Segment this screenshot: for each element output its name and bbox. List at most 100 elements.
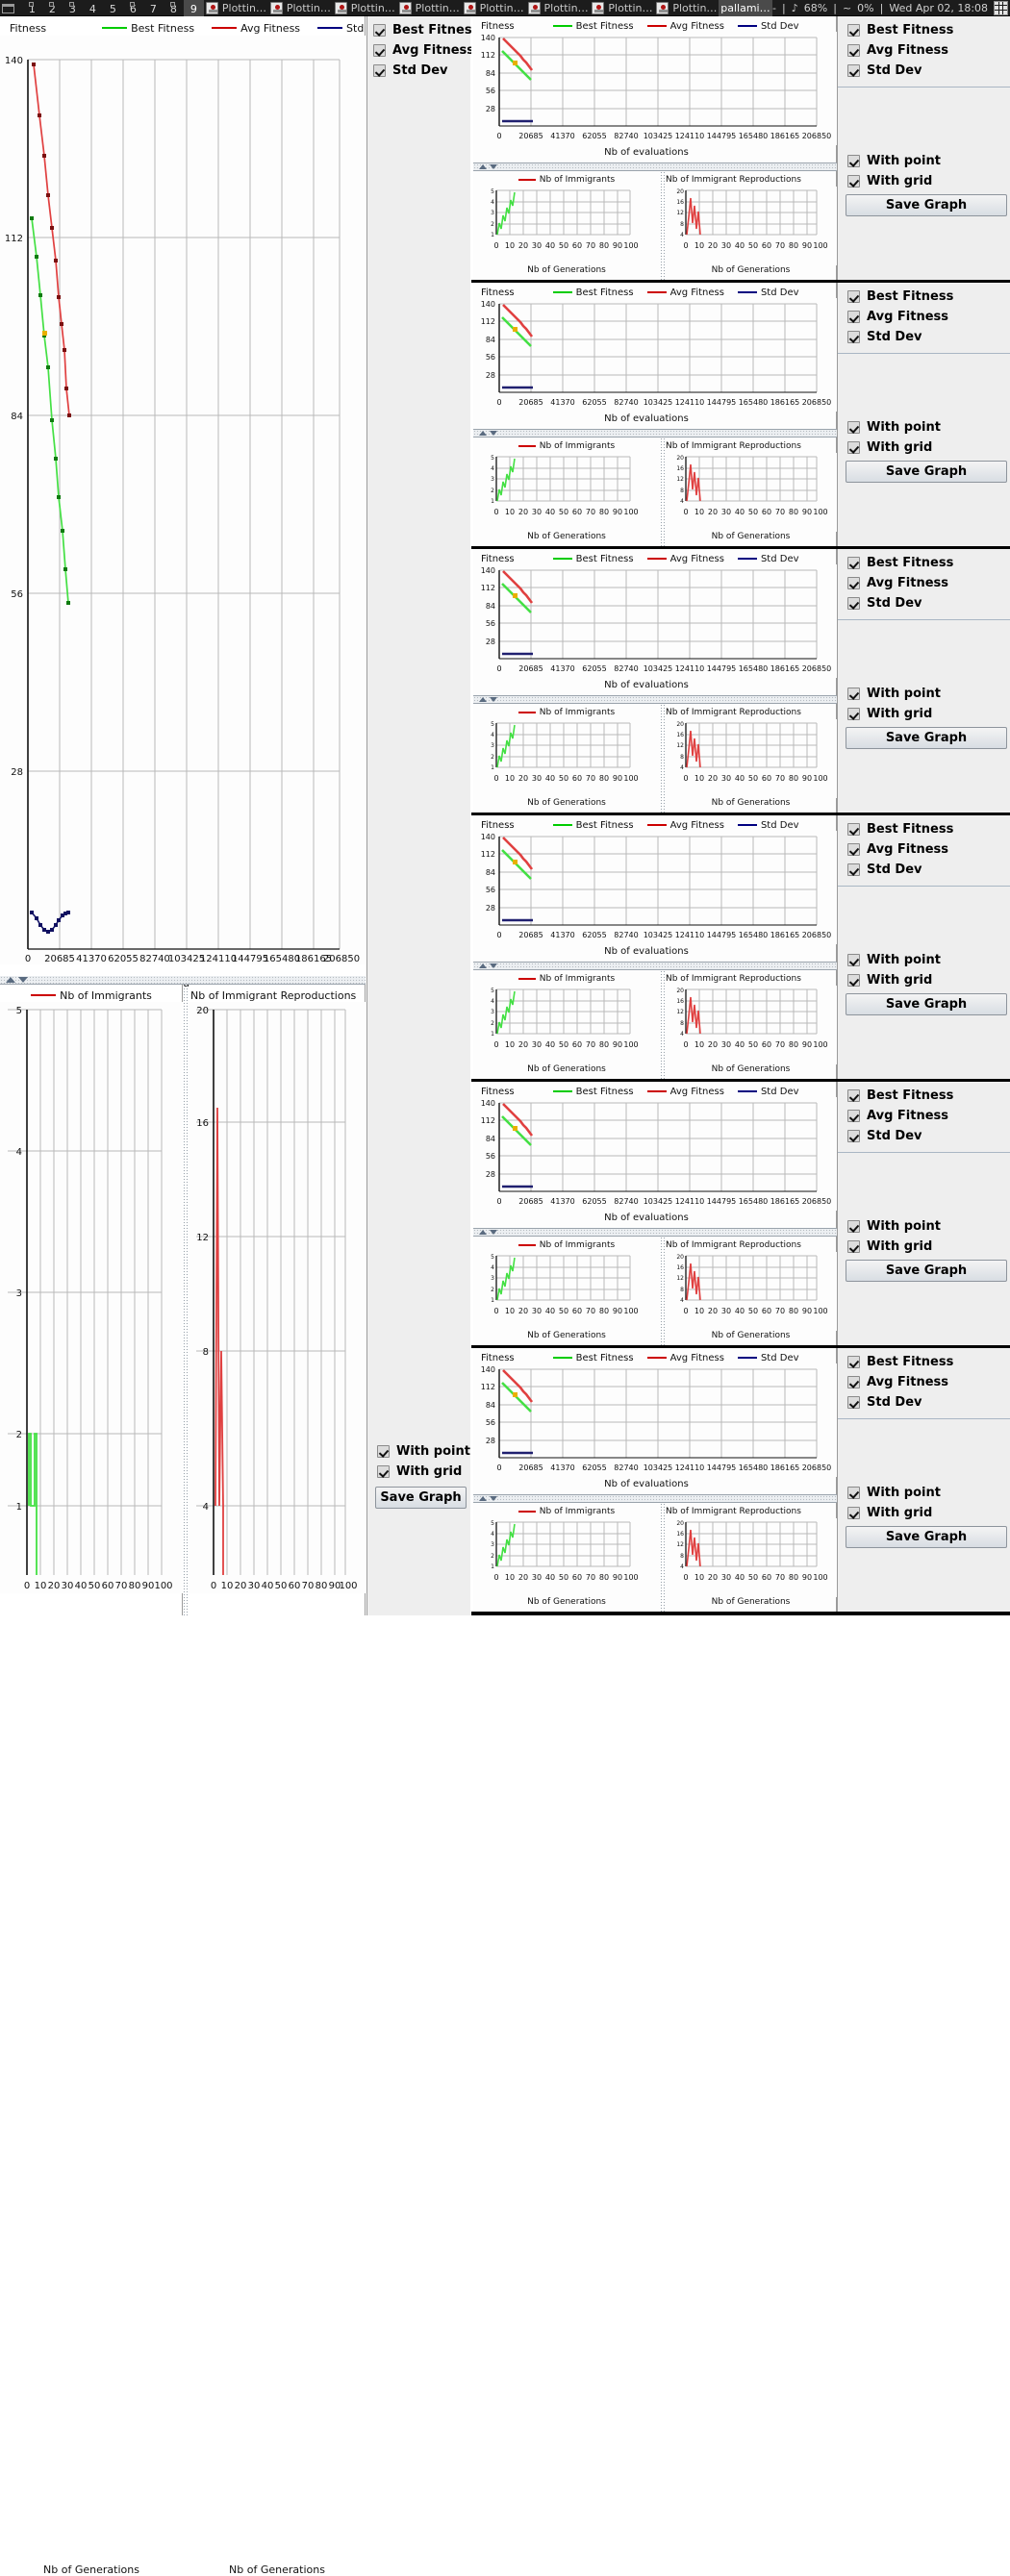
taskbar-item[interactable]: Plottin…	[333, 0, 397, 16]
taskbar-item[interactable]: Plottin…	[204, 0, 268, 16]
collapse-down-icon[interactable]	[490, 963, 497, 968]
collapse-down-icon[interactable]	[490, 697, 497, 702]
checkbox-std-dev[interactable]: Std Dev	[847, 860, 1010, 880]
checkbox-with-point[interactable]: With point	[838, 417, 1010, 438]
checkbox-best-fitness[interactable]: Best Fitness	[847, 1086, 1010, 1106]
checkbox-with-grid[interactable]: With grid	[838, 704, 1010, 724]
pane-splitter[interactable]	[473, 429, 837, 438]
fitness-plot-canvas[interactable]: 140 112 84 56 28 0 20685 41370 62055 82740 10…	[473, 32, 837, 145]
checkbox-icon[interactable]	[847, 1396, 860, 1409]
taskbar-item[interactable]: Plottin…	[654, 0, 719, 16]
checkbox-icon[interactable]	[847, 441, 860, 454]
checkbox-std-dev[interactable]: Std Dev	[847, 1392, 1010, 1413]
workspace-3[interactable]: 3	[63, 0, 83, 16]
checkbox-icon[interactable]	[847, 557, 860, 569]
reproductions-plot-canvas[interactable]: 20 16 12 8 4 0 10 20 30 40 50 60 70 80 90 100	[665, 986, 837, 1064]
collapse-up-icon[interactable]	[479, 164, 487, 169]
checkbox-avg-fitness[interactable]: Avg Fitness	[847, 307, 1010, 327]
window-menu-icon[interactable]	[0, 0, 20, 16]
taskbar-item[interactable]: Plottin…	[397, 0, 462, 16]
workspace-7[interactable]: 7	[143, 0, 164, 16]
checkbox-icon[interactable]	[847, 1110, 860, 1122]
pane-splitter[interactable]	[473, 695, 837, 704]
checkbox-icon[interactable]	[847, 64, 860, 77]
checkbox-avg-fitness[interactable]: Avg Fitness	[373, 40, 474, 61]
checkbox-icon[interactable]	[847, 1130, 860, 1142]
pane-splitter[interactable]	[473, 163, 837, 171]
checkbox-icon[interactable]	[847, 290, 860, 303]
workspace-9[interactable]: 9	[183, 0, 204, 16]
checkbox-std-dev[interactable]: Std Dev	[847, 61, 1010, 81]
taskbar-item[interactable]: Plottin…	[590, 0, 654, 16]
pane-splitter[interactable]	[473, 962, 837, 970]
checkbox-std-dev[interactable]: Std Dev	[847, 593, 1010, 613]
fitness-plot-canvas[interactable]: 140 112 84 56 28 0 20685 41370 62055 82740 10…	[473, 564, 837, 678]
checkbox-best-fitness[interactable]: Best Fitness	[847, 20, 1010, 40]
save-graph-button[interactable]: Save Graph	[846, 1526, 1007, 1548]
save-graph-button[interactable]: Save Graph	[846, 194, 1007, 216]
checkbox-with-grid[interactable]: With grid	[838, 438, 1010, 458]
immigrants-plot-canvas[interactable]: 5 4 3 2 1 0 10 20 30 40 50 60 70 80 90 100	[473, 187, 660, 265]
checkbox-icon[interactable]	[847, 331, 860, 343]
checkbox-with-point[interactable]: With point	[838, 151, 1010, 171]
checkbox-std-dev[interactable]: Std Dev	[373, 61, 470, 81]
pane-splitter[interactable]	[0, 975, 366, 985]
checkbox-with-point[interactable]: With point	[838, 1216, 1010, 1237]
collapse-up-icon[interactable]	[479, 697, 487, 702]
reproductions-plot-canvas[interactable]: 20 16 12 8 4 0 10 20 30 40 50 60 70 80 90 100	[665, 453, 837, 532]
collapse-down-icon[interactable]	[490, 1230, 497, 1235]
immigrants-plot-canvas[interactable]: 5 4 3 2 1 0 10 20 30 40 50 60 70 80 90 100	[473, 1252, 660, 1331]
checkbox-std-dev[interactable]: Std Dev	[847, 1126, 1010, 1146]
checkbox-icon[interactable]	[847, 688, 860, 700]
save-graph-button[interactable]: Save Graph	[846, 1260, 1007, 1282]
checkbox-icon[interactable]	[847, 44, 860, 57]
immigrants-plot-canvas[interactable]: 5 4 3 2 1 0 10 20 30 40 50 60 70 80 90 1…	[0, 1002, 183, 1593]
fitness-plot-canvas[interactable]: 140 112 84 56 28 0 20685 41370 62055 82740 10…	[473, 831, 837, 944]
workspace-switcher[interactable]: 1 2 3 4 5 6 7 8 9	[20, 0, 204, 16]
reproductions-plot-canvas[interactable]: 20 16 12 8 4 0 10 20 30 40 50 60 70 80 90 100	[665, 187, 837, 265]
checkbox-with-point[interactable]: With point	[377, 1441, 470, 1462]
checkbox-icon[interactable]	[847, 843, 860, 856]
workspace-5[interactable]: 5	[103, 0, 123, 16]
checkbox-icon[interactable]	[847, 1356, 860, 1368]
checkbox-with-point[interactable]: With point	[838, 684, 1010, 704]
save-graph-button[interactable]: Save Graph	[375, 1487, 467, 1509]
pane-splitter[interactable]	[473, 1494, 837, 1503]
reproductions-plot-canvas[interactable]: 20 16 12 8 4 0 10 20 30 40 50 60 70 80 90 100	[665, 1252, 837, 1331]
checkbox-icon[interactable]	[373, 24, 386, 37]
checkbox-icon[interactable]	[847, 24, 860, 37]
immigrants-plot-canvas[interactable]: 5 4 3 2 1 0 10 20 30 40 50 60 70 80 90 100	[473, 453, 660, 532]
checkbox-icon[interactable]	[847, 954, 860, 966]
checkbox-best-fitness[interactable]: Best Fitness	[847, 287, 1010, 307]
reproductions-plot-canvas[interactable]: 20 16 12 8 4 0 10 20 30 40 50 60 70 80 90 100	[665, 1518, 837, 1597]
checkbox-icon[interactable]	[847, 311, 860, 323]
checkbox-avg-fitness[interactable]: Avg Fitness	[847, 839, 1010, 860]
taskbar-item[interactable]: Plottin…	[526, 0, 591, 16]
collapse-up-icon[interactable]	[479, 431, 487, 436]
checkbox-icon[interactable]	[847, 1487, 860, 1499]
checkbox-icon[interactable]	[847, 823, 860, 836]
checkbox-best-fitness[interactable]: Best Fitness	[373, 20, 479, 40]
fitness-plot-canvas[interactable]: 140 112 84 56 28 0 20685 41370 62055 82740 10…	[473, 1097, 837, 1211]
taskbar-item-active[interactable]: pallami…	[719, 0, 773, 16]
collapse-down-icon[interactable]	[18, 977, 28, 983]
pane-splitter[interactable]	[473, 1228, 837, 1237]
save-graph-button[interactable]: Save Graph	[846, 993, 1007, 1015]
collapse-down-icon[interactable]	[490, 1496, 497, 1501]
checkbox-best-fitness[interactable]: Best Fitness	[847, 819, 1010, 839]
checkbox-icon[interactable]	[847, 421, 860, 434]
grid-icon[interactable]	[994, 0, 1009, 15]
checkbox-avg-fitness[interactable]: Avg Fitness	[847, 40, 1010, 61]
save-graph-button[interactable]: Save Graph	[846, 461, 1007, 483]
collapse-up-icon[interactable]	[479, 1496, 487, 1501]
checkbox-icon[interactable]	[377, 1465, 390, 1478]
save-graph-button[interactable]: Save Graph	[846, 727, 1007, 749]
taskbar-item[interactable]: Plottin…	[268, 0, 333, 16]
taskbar-item[interactable]: Plottin…	[462, 0, 526, 16]
immigrants-plot-canvas[interactable]: 5 4 3 2 1 0 10 20 30 40 50 60 70 80 90 100	[473, 986, 660, 1064]
checkbox-icon[interactable]	[847, 577, 860, 589]
checkbox-with-point[interactable]: With point	[838, 1483, 1010, 1503]
collapse-down-icon[interactable]	[490, 431, 497, 436]
collapse-up-icon[interactable]	[479, 1230, 487, 1235]
checkbox-icon[interactable]	[847, 1240, 860, 1253]
